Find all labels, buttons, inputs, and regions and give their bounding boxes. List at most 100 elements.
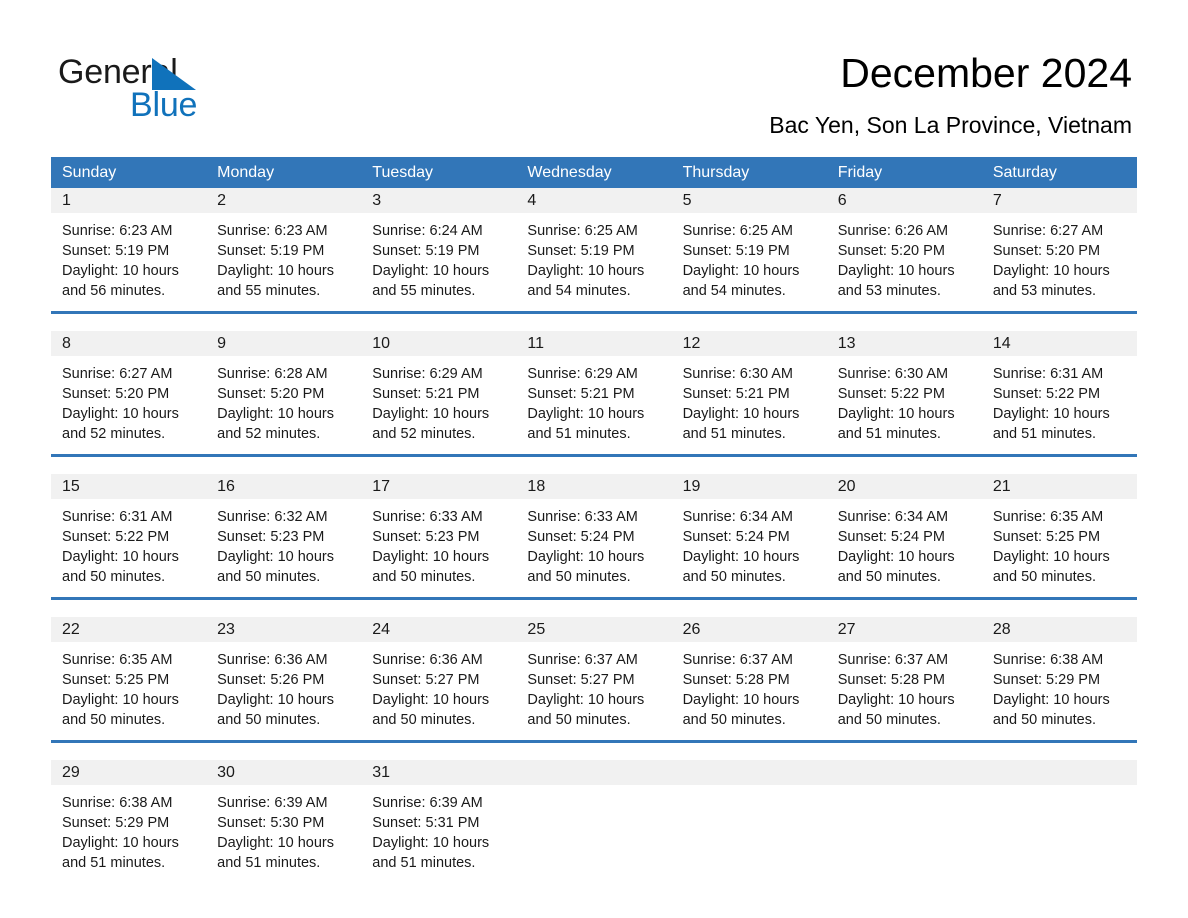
day-number[interactable]: 12 [672, 331, 827, 356]
day-number[interactable]: 25 [516, 617, 671, 642]
day-cell[interactable]: Sunrise: 6:30 AM Sunset: 5:22 PM Daylight:… [827, 356, 982, 454]
day-cell[interactable]: Sunrise: 6:27 AM Sunset: 5:20 PM Daylight:… [982, 213, 1137, 311]
weekday-header-friday: Friday [837, 164, 883, 181]
day-cell[interactable]: Sunrise: 6:28 AM Sunset: 5:20 PM Daylight:… [206, 356, 361, 454]
day-cell[interactable]: Sunrise: 6:33 AM Sunset: 5:24 PM Daylight:… [516, 499, 671, 597]
title-block: December 2024 Bac Yen, Son La Province, … [769, 48, 1132, 139]
day-number-empty [982, 760, 1137, 785]
day-cell[interactable]: Sunrise: 6:25 AM Sunset: 5:19 PM Daylight:… [516, 213, 671, 311]
day-number[interactable]: 20 [827, 474, 982, 499]
sunset-text: Sunset: 5:19 PM [372, 243, 480, 259]
sunrise-text: Sunrise: 6:33 AM [372, 509, 483, 525]
day-number[interactable]: 2 [206, 188, 361, 213]
day-number[interactable]: 11 [516, 331, 671, 356]
day-number[interactable]: 4 [516, 188, 671, 213]
day-cell[interactable]: Sunrise: 6:36 AM Sunset: 5:26 PM Daylight:… [206, 642, 361, 740]
sunset-text: Sunset: 5:30 PM [217, 815, 325, 831]
day-cell[interactable]: Sunrise: 6:38 AM Sunset: 5:29 PM Daylight:… [51, 785, 206, 883]
page-title: December 2024 [840, 50, 1132, 96]
page-subtitle: Bac Yen, Son La Province, Vietnam [769, 112, 1132, 138]
daylight-text: Daylight: 10 hours and 55 minutes. [372, 263, 490, 299]
week-spacer [51, 314, 1137, 331]
day-cell[interactable]: Sunrise: 6:39 AM Sunset: 5:30 PM Daylight:… [206, 785, 361, 883]
day-cell[interactable]: Sunrise: 6:23 AM Sunset: 5:19 PM Daylight:… [51, 213, 206, 311]
day-number[interactable]: 6 [827, 188, 982, 213]
day-number[interactable]: 29 [51, 760, 206, 785]
day-cell[interactable]: Sunrise: 6:30 AM Sunset: 5:21 PM Daylight:… [672, 356, 827, 454]
daylight-text: Daylight: 10 hours and 50 minutes. [682, 549, 800, 585]
calendar-week-row: 29 30 31 Sunrise: 6:38 AM Sunset: 5:29 PM Day… [51, 740, 1137, 883]
day-cell[interactable]: Sunrise: 6:26 AM Sunset: 5:20 PM Daylight:… [827, 213, 982, 311]
day-number[interactable]: 13 [827, 331, 982, 356]
day-number[interactable]: 3 [361, 188, 516, 213]
day-cell[interactable]: Sunrise: 6:36 AM Sunset: 5:27 PM Daylight:… [361, 642, 516, 740]
day-cell[interactable]: Sunrise: 6:23 AM Sunset: 5:19 PM Daylight:… [206, 213, 361, 311]
daylight-text: Daylight: 10 hours and 50 minutes. [217, 692, 335, 728]
sunset-text: Sunset: 5:24 PM [527, 529, 635, 545]
day-number[interactable]: 30 [206, 760, 361, 785]
day-number[interactable]: 15 [51, 474, 206, 499]
day-cell[interactable]: Sunrise: 6:37 AM Sunset: 5:28 PM Daylight:… [672, 642, 827, 740]
sunrise-text: Sunrise: 6:25 AM [682, 223, 793, 239]
sunrise-text: Sunrise: 6:31 AM [62, 509, 173, 525]
day-number[interactable]: 17 [361, 474, 516, 499]
day-cell[interactable]: Sunrise: 6:39 AM Sunset: 5:31 PM Daylight:… [361, 785, 516, 883]
day-number[interactable]: 28 [982, 617, 1137, 642]
day-number[interactable]: 1 [51, 188, 206, 213]
day-number[interactable]: 7 [982, 188, 1137, 213]
sunrise-text: Sunrise: 6:31 AM [992, 366, 1104, 382]
day-number-empty [516, 760, 671, 785]
day-cell[interactable]: Sunrise: 6:35 AM Sunset: 5:25 PM Daylight:… [51, 642, 206, 740]
day-cell[interactable]: Sunrise: 6:32 AM Sunset: 5:23 PM Daylight:… [206, 499, 361, 597]
day-cell[interactable]: Sunrise: 6:31 AM Sunset: 5:22 PM Daylight:… [982, 356, 1137, 454]
day-cell[interactable]: Sunrise: 6:35 AM Sunset: 5:25 PM Daylight:… [982, 499, 1137, 597]
daylight-text: Daylight: 10 hours and 52 minutes. [217, 406, 335, 442]
sunset-text: Sunset: 5:21 PM [527, 386, 635, 402]
day-cell[interactable]: Sunrise: 6:29 AM Sunset: 5:21 PM Daylight:… [361, 356, 516, 454]
day-cell[interactable]: Sunrise: 6:37 AM Sunset: 5:27 PM Daylight:… [516, 642, 671, 740]
day-cell[interactable]: Sunrise: 6:38 AM Sunset: 5:29 PM Daylight:… [982, 642, 1137, 740]
daylight-text: Daylight: 10 hours and 50 minutes. [372, 549, 490, 585]
sunrise-text: Sunrise: 6:39 AM [217, 795, 328, 811]
sunset-text: Sunset: 5:29 PM [62, 815, 170, 831]
daylight-text: Daylight: 10 hours and 50 minutes. [992, 549, 1110, 585]
day-cell[interactable]: Sunrise: 6:37 AM Sunset: 5:28 PM Daylight:… [827, 642, 982, 740]
page-header: General Blue December 2024 Bac Yen, Son … [0, 0, 1188, 148]
day-number[interactable]: 22 [51, 617, 206, 642]
day-cell[interactable]: Sunrise: 6:27 AM Sunset: 5:20 PM Daylight:… [51, 356, 206, 454]
day-number[interactable]: 14 [982, 331, 1137, 356]
day-cell[interactable]: Sunrise: 6:34 AM Sunset: 5:24 PM Daylight:… [672, 499, 827, 597]
day-number[interactable]: 8 [51, 331, 206, 356]
daylight-text: Daylight: 10 hours and 52 minutes. [62, 406, 179, 442]
daylight-text: Daylight: 10 hours and 50 minutes. [682, 692, 800, 728]
day-cell[interactable]: Sunrise: 6:34 AM Sunset: 5:24 PM Daylight:… [827, 499, 982, 597]
day-details-row: Sunrise: 6:23 AM Sunset: 5:19 PM Daylight:… [51, 213, 1137, 311]
day-number[interactable]: 10 [361, 331, 516, 356]
sunset-text: Sunset: 5:28 PM [682, 672, 790, 688]
day-number[interactable]: 26 [672, 617, 827, 642]
sunset-text: Sunset: 5:19 PM [62, 243, 170, 259]
day-number[interactable]: 23 [206, 617, 361, 642]
day-number-band: 29 30 31 [51, 760, 1137, 785]
day-cell[interactable]: Sunrise: 6:29 AM Sunset: 5:21 PM Daylight:… [516, 356, 671, 454]
day-number[interactable]: 31 [361, 760, 516, 785]
day-cell[interactable]: Sunrise: 6:24 AM Sunset: 5:19 PM Daylight:… [361, 213, 516, 311]
day-number[interactable]: 27 [827, 617, 982, 642]
daylight-text: Daylight: 10 hours and 51 minutes. [217, 835, 335, 871]
sunrise-text: Sunrise: 6:23 AM [217, 223, 328, 239]
day-number[interactable]: 24 [361, 617, 516, 642]
day-cell[interactable]: Sunrise: 6:31 AM Sunset: 5:22 PM Daylight:… [51, 499, 206, 597]
day-number[interactable]: 19 [672, 474, 827, 499]
day-number[interactable]: 21 [982, 474, 1137, 499]
sunset-text: Sunset: 5:28 PM [837, 672, 945, 688]
week-spacer [51, 600, 1137, 617]
sunrise-text: Sunrise: 6:29 AM [372, 366, 483, 382]
sunset-text: Sunset: 5:24 PM [837, 529, 945, 545]
day-cell[interactable]: Sunrise: 6:25 AM Sunset: 5:19 PM Daylight:… [672, 213, 827, 311]
day-number[interactable]: 16 [206, 474, 361, 499]
day-number[interactable]: 9 [206, 331, 361, 356]
day-number[interactable]: 18 [516, 474, 671, 499]
sunset-text: Sunset: 5:22 PM [62, 529, 170, 545]
day-number[interactable]: 5 [672, 188, 827, 213]
day-cell[interactable]: Sunrise: 6:33 AM Sunset: 5:23 PM Daylight:… [361, 499, 516, 597]
